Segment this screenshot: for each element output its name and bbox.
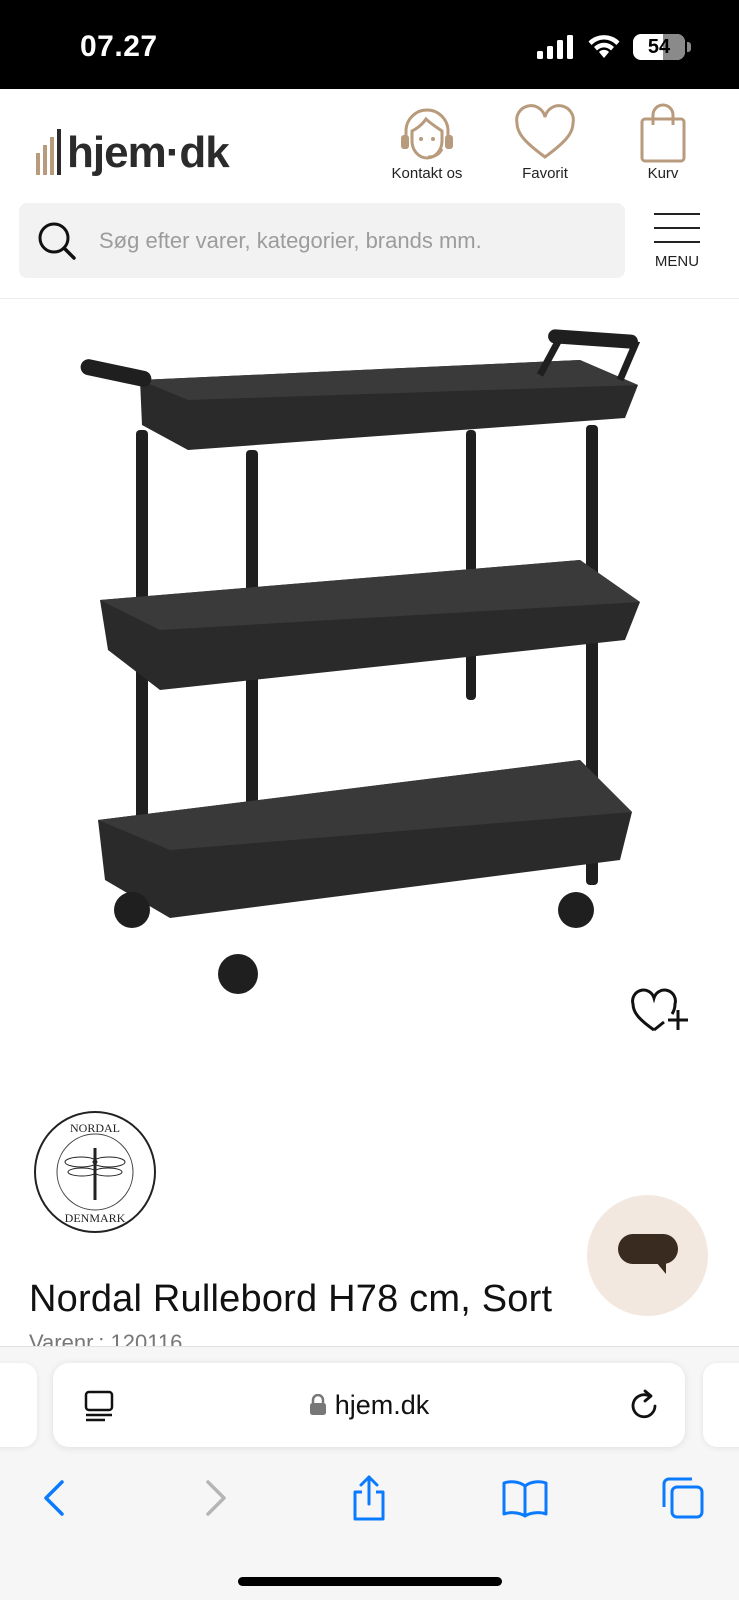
menu-label: MENU: [654, 253, 700, 270]
hamburger-icon: [654, 213, 700, 255]
lock-icon: [309, 1394, 326, 1415]
screen: 07.27 54 hjem·dk Kontakt os Favorit Kurv…: [0, 0, 739, 1600]
book-icon: [502, 1480, 548, 1518]
search-icon: [38, 222, 76, 260]
share-icon: [353, 1475, 385, 1521]
url-display: hjem.dk: [53, 1363, 685, 1447]
header-actions: Kontakt os Favorit Kurv: [377, 103, 713, 182]
chat-icon: [617, 1233, 678, 1274]
tabs-icon: [662, 1477, 704, 1519]
tabs-button[interactable]: [658, 1473, 708, 1523]
search-box[interactable]: [19, 203, 625, 278]
forward-button[interactable]: [190, 1473, 240, 1523]
favorite-label: Favorit: [522, 165, 568, 182]
menu-button[interactable]: MENU: [647, 213, 707, 270]
shopping-bag-icon: [640, 103, 686, 163]
bookmarks-button[interactable]: [500, 1473, 550, 1523]
heart-icon: [515, 104, 575, 159]
browser-bottom-bar: hjem.dk: [0, 1346, 739, 1600]
brand-logo-bottom-text: DENMARK: [65, 1211, 126, 1225]
status-icons: 54: [537, 34, 691, 60]
support-agent-icon: [401, 108, 453, 160]
battery-level: 54: [647, 35, 671, 58]
favorite-button[interactable]: Favorit: [495, 103, 595, 182]
status-time: 07.27: [80, 30, 158, 63]
site-logo[interactable]: hjem·dk: [36, 115, 230, 177]
product-sku: Varenr.: 120116: [29, 1330, 183, 1346]
product-image[interactable]: [60, 320, 680, 1020]
browser-toolbar: [0, 1461, 739, 1531]
wifi-icon: [588, 35, 620, 58]
brand-logo[interactable]: NORDAL DENMARK: [33, 1110, 157, 1234]
share-button[interactable]: [344, 1473, 394, 1523]
url-text: hjem.dk: [334, 1389, 430, 1420]
cart-label: Kurv: [647, 165, 679, 182]
chevron-left-icon: [44, 1480, 64, 1516]
logo-bars: [36, 129, 61, 175]
cart-button[interactable]: Kurv: [613, 103, 713, 182]
logo-text: hjem·dk: [67, 128, 230, 177]
chat-button[interactable]: [587, 1195, 708, 1316]
add-to-favorites-icon[interactable]: [630, 982, 694, 1038]
battery-tip: [687, 42, 691, 52]
address-bar[interactable]: hjem.dk: [53, 1363, 685, 1447]
site-header: hjem·dk Kontakt os Favorit Kurv Søg efte…: [0, 89, 739, 299]
back-button[interactable]: [30, 1473, 80, 1523]
status-bar: 07.27 54: [0, 0, 739, 89]
product-title: Nordal Rullebord H78 cm, Sort: [29, 1278, 553, 1320]
brand-logo-top-text: NORDAL: [70, 1121, 120, 1135]
home-indicator[interactable]: [238, 1577, 502, 1586]
search-input[interactable]: [99, 227, 599, 254]
contact-label: Kontakt os: [391, 165, 463, 182]
contact-button[interactable]: Kontakt os: [377, 103, 477, 182]
battery-icon: 54: [633, 34, 685, 60]
cellular-signal-icon: [537, 35, 573, 59]
chevron-right-icon: [206, 1480, 226, 1516]
next-tab-preview[interactable]: [703, 1363, 739, 1447]
reload-icon[interactable]: [627, 1389, 661, 1423]
previous-tab-preview[interactable]: [0, 1363, 37, 1447]
